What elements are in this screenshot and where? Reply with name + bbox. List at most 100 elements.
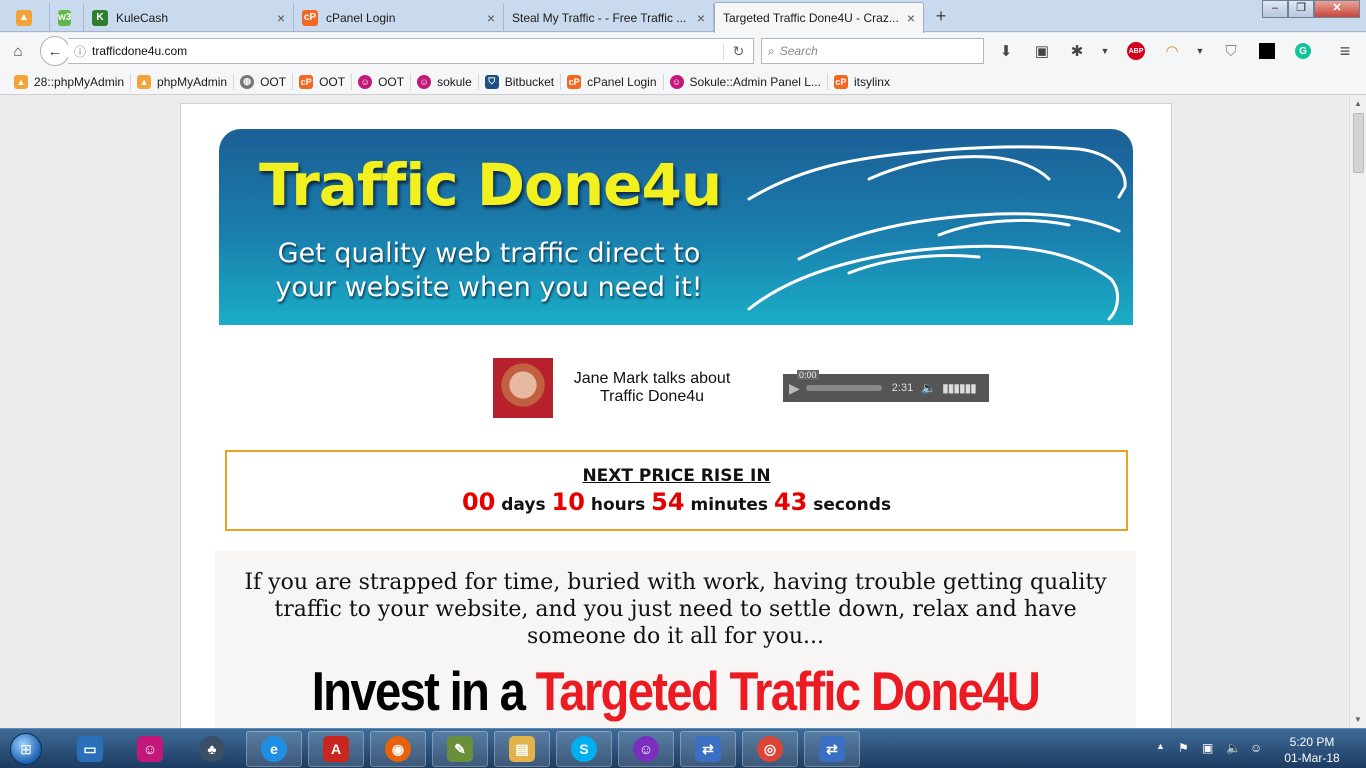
chevron-down-icon[interactable]: ▼ xyxy=(1094,40,1116,62)
bookmark-label: OOT xyxy=(319,74,346,89)
clock[interactable]: 5:20 PM 01-Mar-18 xyxy=(1276,734,1348,766)
flag-icon[interactable]: ⚑ xyxy=(1178,741,1189,755)
clock-time: 5:20 PM xyxy=(1289,735,1335,749)
bookmark-item[interactable]: cP OOT xyxy=(293,73,353,90)
scroll-up-icon[interactable]: ▲ xyxy=(1350,96,1366,112)
reload-icon[interactable]: ↻ xyxy=(723,42,753,60)
taskbar-app[interactable]: e xyxy=(246,731,302,767)
bookmark-label: OOT xyxy=(260,74,287,89)
phpmyadmin-icon: ▲ xyxy=(137,74,152,89)
taskbar-app[interactable]: ☺ xyxy=(122,731,178,767)
smiley-icon[interactable]: ☺ xyxy=(1250,741,1262,755)
tab-steal-my-traffic[interactable]: Steal My Traffic - - Free Traffic ... × xyxy=(504,3,714,32)
network-tray-icon[interactable]: ▣ xyxy=(1202,741,1213,755)
folder-icon: ▤ xyxy=(509,736,535,762)
cpanel-icon: cP xyxy=(567,74,582,89)
start-button[interactable]: ⊞ xyxy=(6,731,46,767)
bookmark-item[interactable]: ◍ OOT xyxy=(234,73,294,90)
grammarly-icon[interactable]: G xyxy=(1292,40,1314,62)
internet-explorer-icon: e xyxy=(261,736,287,762)
taskbar-app[interactable]: ⇄ xyxy=(804,731,860,767)
smiley-icon: ☺ xyxy=(137,736,163,762)
scrollbar-thumb[interactable] xyxy=(1353,113,1364,173)
sidebar-icon[interactable]: ▣ xyxy=(1031,40,1053,62)
back-button[interactable]: ← xyxy=(40,36,70,66)
bookmark-item[interactable]: ☺ Sokule::Admin Panel L... xyxy=(664,73,828,90)
close-icon[interactable]: × xyxy=(907,10,915,26)
search-icon: ⌕ xyxy=(768,43,775,58)
black-square-icon[interactable] xyxy=(1256,40,1278,62)
bookmark-item[interactable]: ☺ sokule xyxy=(411,73,479,90)
taskbar-app[interactable]: ☺ xyxy=(618,731,674,767)
rainbow-icon[interactable]: ◠ xyxy=(1161,40,1183,62)
minimize-button[interactable]: – xyxy=(1262,0,1288,18)
adblock-icon[interactable]: ABP xyxy=(1125,40,1147,62)
new-tab-button[interactable]: + xyxy=(930,6,952,27)
bookmark-item[interactable]: cP cPanel Login xyxy=(561,73,664,90)
tab-w3[interactable]: w3 xyxy=(50,3,84,32)
shield-icon[interactable]: ⛉ xyxy=(1220,40,1242,62)
taskbar-app[interactable]: ▤ xyxy=(494,731,550,767)
taskbar-app[interactable]: ◎ xyxy=(742,731,798,767)
url-text[interactable]: trafficdone4u.com xyxy=(92,44,723,58)
menu-icon[interactable]: ≡ xyxy=(1334,40,1356,62)
network-icon: ⇄ xyxy=(695,736,721,762)
firefox-icon: ◉ xyxy=(385,736,411,762)
chevron-down-icon[interactable]: ▼ xyxy=(1189,40,1211,62)
scroll-down-icon[interactable]: ▼ xyxy=(1350,712,1366,728)
page-scrollbar[interactable]: ▲ ▼ xyxy=(1349,96,1366,728)
taskbar-app[interactable]: ▭ xyxy=(62,731,118,767)
taskbar-app[interactable]: ◉ xyxy=(370,731,426,767)
play-icon[interactable]: ▶ xyxy=(789,380,800,397)
smiley-icon: ☺ xyxy=(358,74,373,89)
bookmark-item[interactable]: ▲ phpMyAdmin xyxy=(131,73,235,90)
audio-label: Jane Mark talks about Traffic Done4u xyxy=(573,370,731,405)
extension-icon[interactable]: ✱ xyxy=(1066,40,1088,62)
smiley-icon: ☺ xyxy=(669,74,684,89)
banner-subtitle: Get quality web traffic direct to your w… xyxy=(275,238,703,303)
bookmark-item[interactable]: ⛉ Bitbucket xyxy=(479,73,562,90)
clock-date: 01-Mar-18 xyxy=(1284,751,1340,765)
taskbar-app[interactable]: ✎ xyxy=(432,731,488,767)
bitbucket-icon: ⛉ xyxy=(484,74,499,89)
tab-targeted-traffic[interactable]: Targeted Traffic Done4U - Craz... × xyxy=(714,2,924,33)
tab-phpmyadmin[interactable]: ▲ xyxy=(8,3,50,32)
downloads-icon[interactable]: ⬇ xyxy=(995,40,1017,62)
smiley-icon: ☺ xyxy=(417,74,432,89)
taskbar-app[interactable]: S xyxy=(556,731,612,767)
close-icon[interactable]: × xyxy=(697,10,705,26)
arrow-left-icon: ← xyxy=(47,42,63,60)
search-input[interactable]: ⌕ Search xyxy=(761,38,984,64)
audio-progress-track[interactable] xyxy=(805,385,882,391)
url-bar[interactable]: ⓘ trafficdone4u.com ↻ xyxy=(68,38,754,64)
bookmark-label: 28::phpMyAdmin xyxy=(34,74,125,89)
tab-kulecash[interactable]: K KuleCash × xyxy=(84,3,294,32)
audio-duration: 2:31 xyxy=(891,382,914,394)
car-outline-graphic xyxy=(747,145,1127,321)
bookmark-label: cPanel Login xyxy=(587,74,657,89)
close-icon[interactable]: × xyxy=(487,10,495,26)
chevron-up-icon[interactable]: ▲ xyxy=(1156,741,1165,751)
home-icon[interactable]: ⌂ xyxy=(7,40,29,62)
countdown-heading: NEXT PRICE RISE IN xyxy=(582,466,771,486)
volume-icon[interactable]: 🔈 xyxy=(1226,741,1241,755)
jane-mark-photo xyxy=(493,358,553,418)
volume-bars[interactable]: ▮▮▮▮▮▮ xyxy=(942,381,977,395)
countdown-minutes-label: minutes xyxy=(690,495,769,515)
info-icon[interactable]: ⓘ xyxy=(68,43,92,60)
taskbar-app[interactable]: ⇄ xyxy=(680,731,736,767)
window-close-button[interactable]: ✕ xyxy=(1314,0,1360,18)
tab-strip: ▲ w3 K KuleCash × cP cPanel Login × Stea… xyxy=(0,0,1366,33)
volume-icon[interactable]: 🔈 xyxy=(921,381,936,395)
bookmark-item[interactable]: cP itsylinx xyxy=(828,74,896,90)
countdown-hours: 10 xyxy=(551,488,585,516)
bookmark-item[interactable]: ▲ 28::phpMyAdmin xyxy=(8,73,132,90)
taskbar-app[interactable]: ♣ xyxy=(184,731,240,767)
pitch-section: If you are strapped for time, buried wit… xyxy=(215,551,1136,728)
phpmyadmin-icon: ▲ xyxy=(14,74,28,89)
close-icon[interactable]: × xyxy=(277,10,285,26)
taskbar-app[interactable]: A xyxy=(308,731,364,767)
tab-cpanel[interactable]: cP cPanel Login × xyxy=(294,3,504,32)
maximize-button[interactable]: ❐ xyxy=(1288,0,1314,18)
bookmark-item[interactable]: ☺ OOT xyxy=(352,73,412,90)
